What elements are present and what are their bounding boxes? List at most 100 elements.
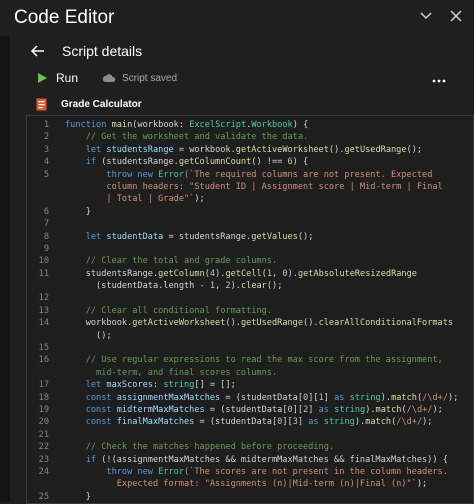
code-token: ); — [416, 479, 428, 490]
code-token: const — [65, 392, 117, 403]
code-text: (); — [65, 330, 112, 342]
code-token: ] — [308, 404, 319, 415]
save-status-label: Script saved — [122, 72, 178, 84]
line-number: 16 — [38, 355, 49, 366]
code-line[interactable]: 20 const finalMaxMatches = (studentData[… — [27, 416, 473, 428]
line-number: 1 — [43, 120, 49, 130]
code-line[interactable]: 17 let maxScores: string[] = []; — [27, 379, 473, 391]
line-number: 6 — [43, 206, 49, 217]
code-line[interactable]: 13 // Clear all conditional formatting. — [27, 305, 473, 317]
code-text: column headers: "Student ID | Assignment… — [65, 181, 442, 193]
code-token: , — [215, 281, 226, 292]
code-token: function — [65, 120, 112, 130]
code-token: match — [391, 392, 417, 403]
code-token: () !== — [251, 157, 288, 168]
code-text: Expected format: "Assignments (n)|Mid-te… — [65, 478, 427, 490]
code-line[interactable]: column headers: "Student ID | Assignment… — [27, 181, 473, 193]
code-line[interactable]: Expected format: "Assignments (n)|Mid-te… — [27, 478, 473, 490]
code-token: ); — [422, 417, 433, 428]
code-line[interactable]: 7 — [27, 218, 473, 230]
more-horizontal-icon[interactable] — [432, 70, 446, 88]
code-token: } — [65, 206, 91, 217]
chevron-down-icon[interactable] — [418, 8, 434, 24]
line-number: 5 — [43, 169, 49, 180]
code-line[interactable]: 14 workbook.getActiveWorksheet().getUsed… — [27, 317, 473, 329]
title-bar: Code Editor — [0, 0, 474, 36]
code-token: ); — [448, 392, 459, 403]
code-text: | Total | Grade"`); — [65, 193, 204, 205]
code-token: // Clear the total and grade columns. — [65, 256, 278, 267]
code-line[interactable]: 1 function main(workbook: ExcelScript.Wor… — [27, 119, 473, 131]
code-token: Error — [158, 169, 185, 180]
code-text: // Check the matches happened before pro… — [65, 441, 334, 453]
code-line[interactable]: 10 // Clear the total and grade columns. — [27, 255, 473, 267]
code-line[interactable]: 4 if (studentsRange.getColumnCount() !==… — [27, 156, 473, 168]
code-text: mid-term, and final scores columns. — [65, 367, 277, 379]
arrow-left-icon[interactable] — [28, 41, 48, 61]
code-token: assignmentMaxMatches — [116, 392, 221, 403]
code-line[interactable]: 6 } — [27, 206, 473, 218]
code-text: let studentData = studentsRange.getValue… — [65, 231, 314, 243]
code-token: let — [65, 144, 107, 155]
code-token: string — [323, 417, 355, 428]
line-number: 25 — [38, 491, 49, 502]
code-token: /\d+/ — [396, 417, 423, 428]
code-token: (`The required columns are not present. … — [184, 169, 433, 180]
code-line[interactable]: 8 let studentData = studentsRange.getVal… — [27, 231, 473, 243]
script-name: Grade Calculator — [61, 98, 142, 110]
code-text: if (!(assignmentMaxMatches && midtermMax… — [65, 454, 448, 466]
code-token: Workbook — [251, 120, 293, 130]
code-token: getUsedRange — [240, 318, 304, 329]
code-line[interactable]: (); — [27, 330, 473, 342]
page-title: Code Editor — [14, 7, 115, 28]
code-line[interactable]: 24 throw new Error(`The scores are not p… — [27, 466, 473, 478]
code-token: ][ — [292, 404, 304, 415]
script-toolbar: Run Script saved — [36, 68, 456, 88]
line-number: 7 — [43, 219, 49, 230]
code-line[interactable]: mid-term, and final scores columns. — [27, 367, 473, 379]
code-line[interactable]: 11 studentsRange.getColumn(4).getCell(1,… — [27, 268, 473, 280]
code-line[interactable]: | Total | Grade"`); — [27, 193, 473, 205]
code-token: [] = []; — [194, 380, 236, 391]
code-token: (workbook: — [132, 120, 190, 130]
close-icon[interactable] — [448, 8, 464, 24]
code-text: const assignmentMaxMatches = (studentDat… — [65, 392, 459, 404]
code-token: , — [272, 268, 283, 279]
code-text: } — [65, 206, 91, 218]
code-line[interactable]: 19 const midtermMaxMatches = (studentDat… — [27, 404, 473, 416]
code-line[interactable]: 22 // Check the matches happened before … — [27, 441, 473, 453]
code-line[interactable]: 9 — [27, 243, 473, 255]
code-token: getCell — [225, 268, 262, 279]
code-line[interactable]: (studentData.length - 1, 2).clear(); — [27, 280, 473, 292]
line-number: 21 — [38, 429, 49, 440]
code-line[interactable]: 25 } — [27, 491, 473, 503]
code-token: ][ — [308, 392, 319, 403]
code-token: (studentData.length - — [65, 281, 210, 292]
code-line[interactable]: 3 let studentsRange = workbook.getActive… — [27, 144, 473, 156]
code-token: const — [65, 404, 117, 415]
code-lines: 1 function main(workbook: ExcelScript.Wor… — [27, 119, 473, 503]
code-text: // Clear the total and grade columns. — [65, 255, 277, 267]
code-token: = workbook. — [173, 144, 236, 155]
run-button[interactable]: Run — [36, 71, 78, 85]
code-editor[interactable]: 1 function main(workbook: ExcelScript.Wor… — [26, 115, 474, 504]
code-token: getAbsoluteResizedRange — [297, 268, 417, 279]
code-token: workbook. — [65, 318, 133, 329]
code-token: getValues — [251, 231, 298, 242]
code-token: ] — [323, 392, 335, 403]
code-line[interactable]: 18 const assignmentMaxMatches = (student… — [27, 392, 473, 404]
code-line[interactable]: 2 // Get the worksheet and validate the … — [27, 131, 473, 143]
cloud-saved-icon — [102, 74, 116, 82]
code-line[interactable]: 23 if (!(assignmentMaxMatches && midterm… — [27, 454, 473, 466]
code-line[interactable]: 16 // Use regular expressions to read th… — [27, 354, 473, 366]
line-number: 8 — [43, 231, 49, 242]
code-line[interactable]: 21 — [27, 429, 473, 441]
code-token: (`The scores are not present in the colu… — [184, 466, 448, 477]
code-token: let — [65, 231, 107, 242]
code-token: (). — [225, 318, 241, 329]
code-line[interactable]: 5 throw new Error(`The required columns … — [27, 169, 473, 181]
code-line[interactable]: 12 — [27, 292, 473, 304]
code-line[interactable]: 15 — [27, 342, 473, 354]
code-token: ). — [287, 268, 298, 279]
code-text: if (studentsRange.getColumnCount() !== 6… — [65, 156, 309, 168]
